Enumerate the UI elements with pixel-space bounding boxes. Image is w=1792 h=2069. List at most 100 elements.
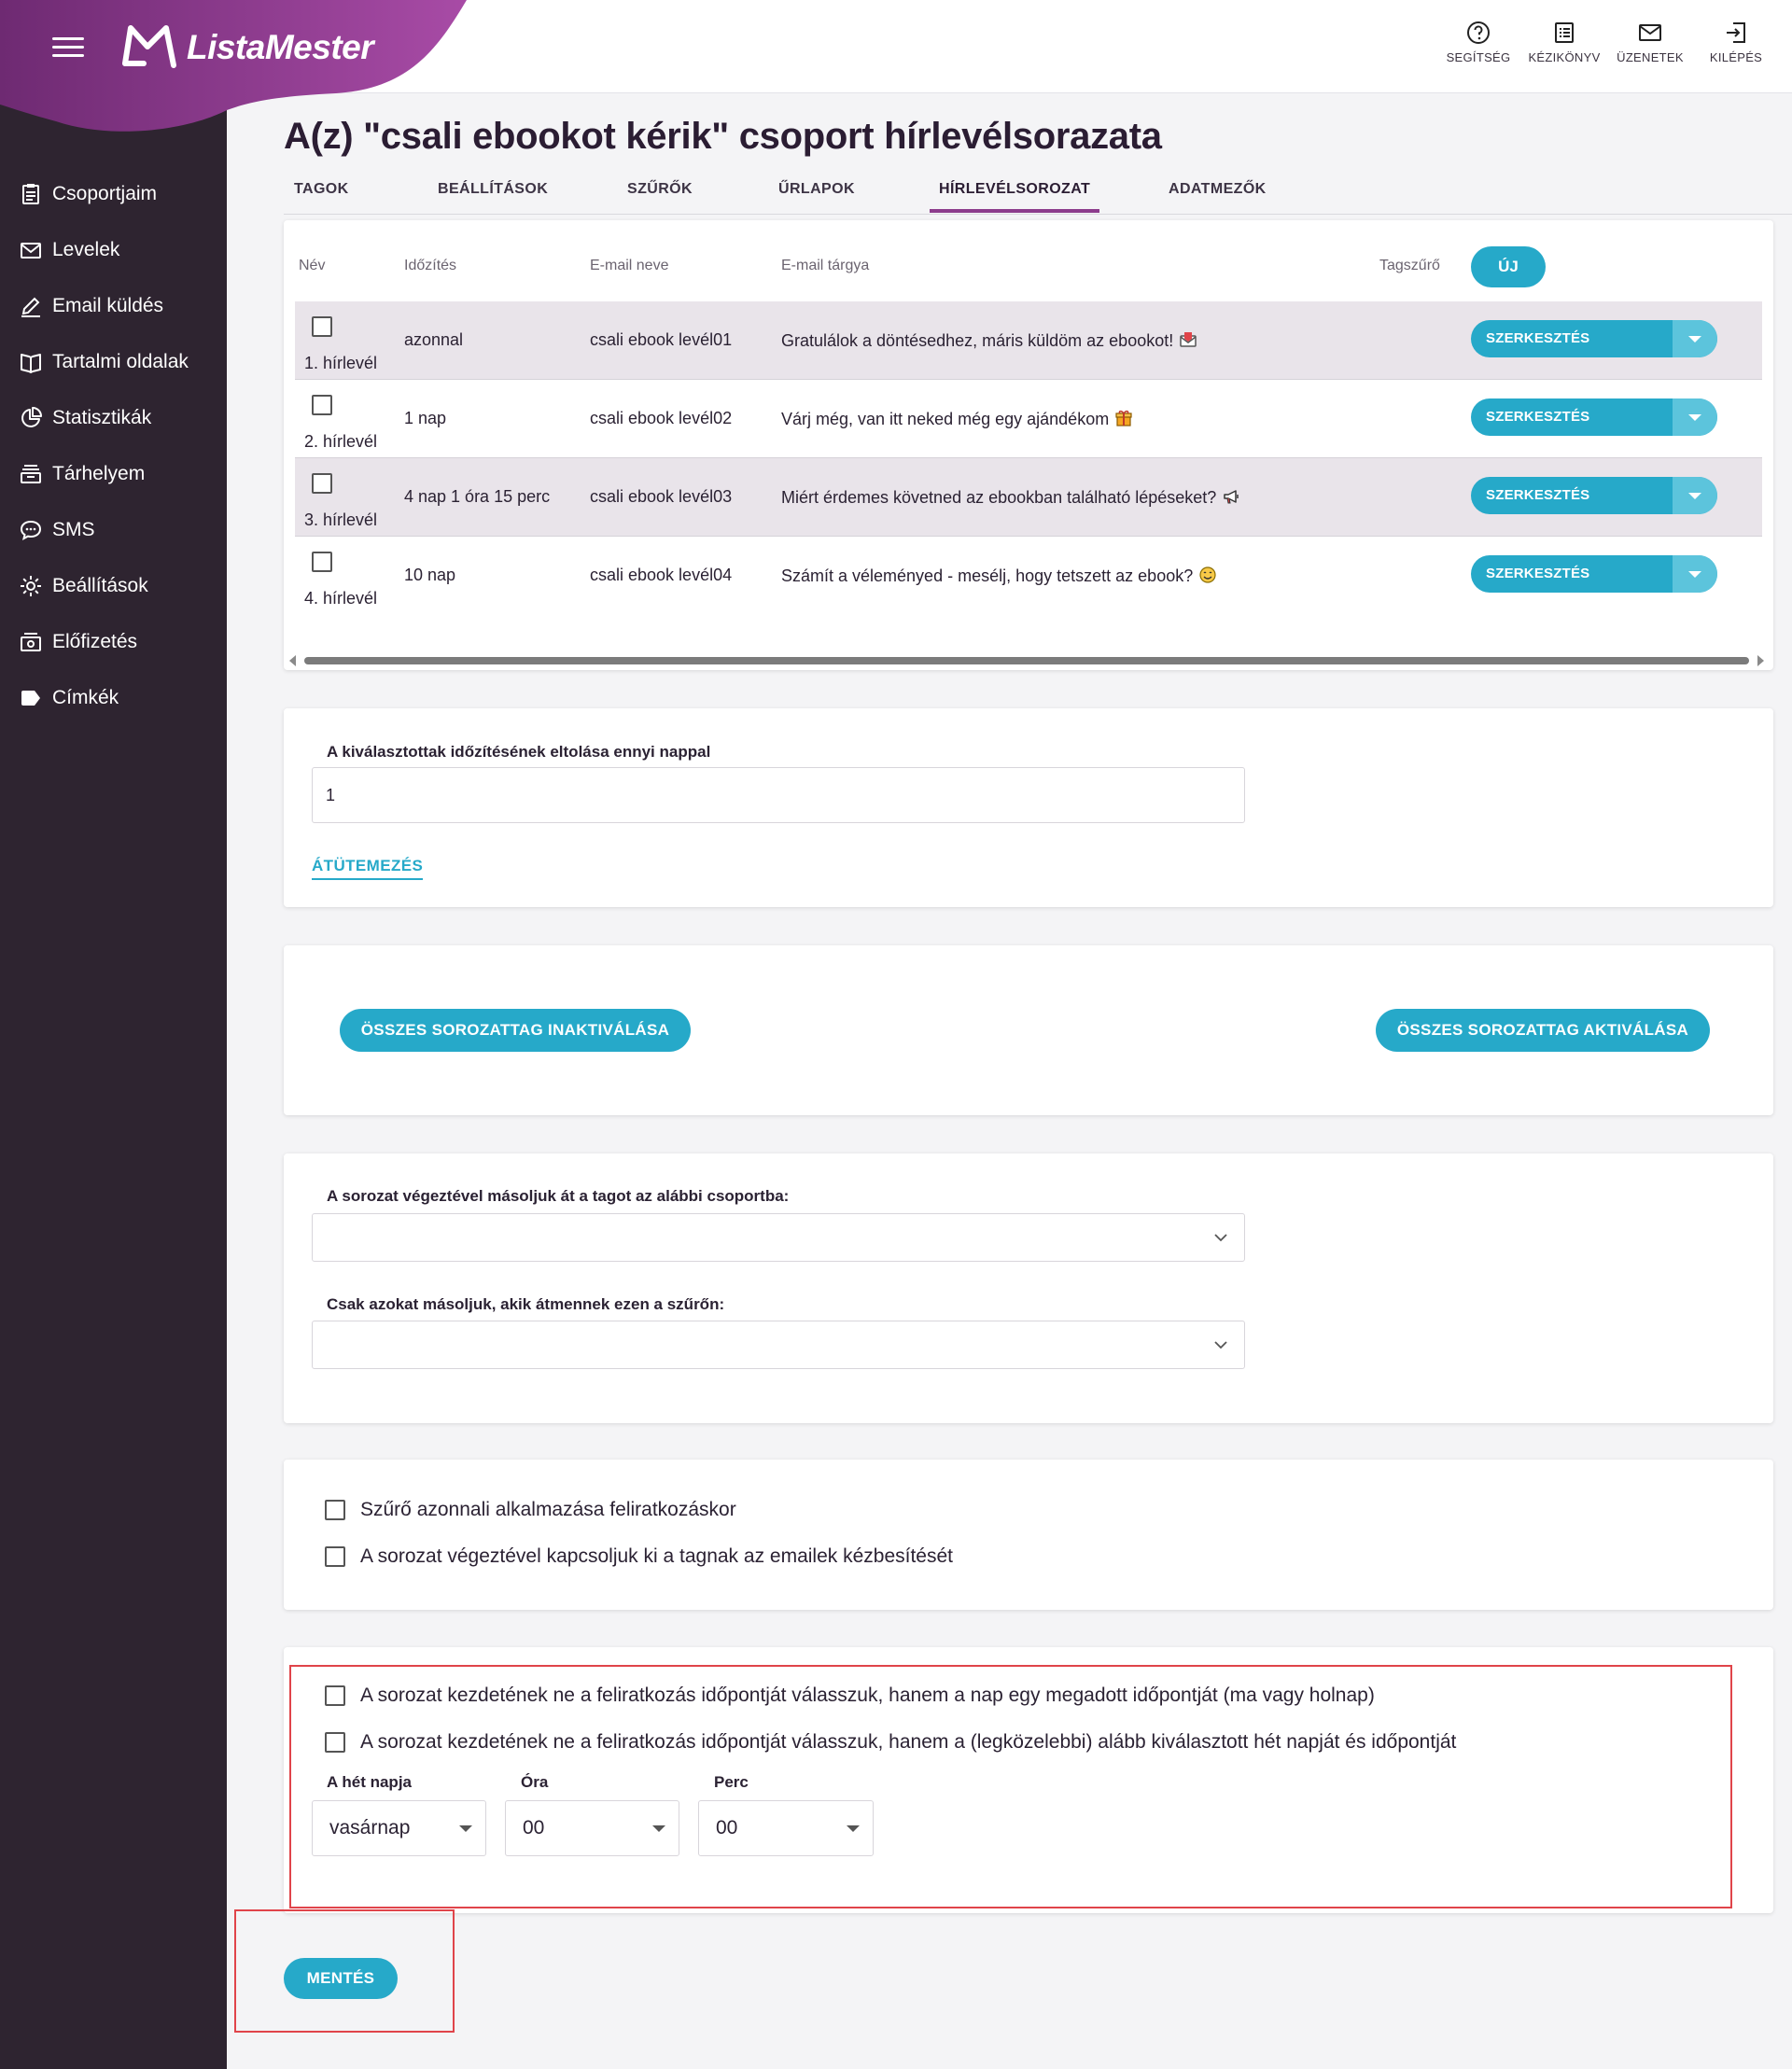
smile-emoji-icon: [1199, 566, 1216, 583]
copy-group-select[interactable]: [312, 1213, 1245, 1262]
row-email-name: csali ebook levél02: [590, 409, 733, 427]
sidebar-item-statisztikak[interactable]: Statisztikák: [0, 390, 227, 446]
tab-tagok[interactable]: TAGOK: [294, 181, 349, 213]
row-select-checkbox[interactable]: [312, 473, 332, 494]
scrollbar-thumb[interactable]: [304, 657, 1749, 664]
disable-delivery-checkbox[interactable]: [325, 1546, 345, 1567]
manual-label: KÉZIKÖNYV: [1528, 50, 1601, 64]
highlight-start-time-box: [289, 1665, 1732, 1908]
tab-adatmezok[interactable]: ADATMEZŐK: [1169, 181, 1267, 213]
disable-delivery-label[interactable]: A sorozat végeztével kapcsoljuk ki a tag…: [360, 1545, 953, 1568]
sidebar-item-sms[interactable]: SMS: [0, 502, 227, 558]
sidebar-item-label: Beállítások: [52, 575, 148, 596]
messages-label: ÜZENETEK: [1617, 50, 1684, 64]
edit-dropdown-toggle[interactable]: [1673, 555, 1717, 593]
edit-button-label: SZERKESZTÉS: [1486, 330, 1590, 346]
copy-filter-select[interactable]: [312, 1321, 1245, 1369]
tag-icon: [21, 691, 40, 706]
sidebar-item-label: SMS: [52, 519, 95, 540]
messages-button[interactable]: ÜZENETEK: [1607, 19, 1693, 64]
table-row: 1. hírlevél azonnal csali ebook levél01 …: [295, 301, 1762, 380]
sidebar-item-tartalmi-oldalak[interactable]: Tartalmi oldalak: [0, 334, 227, 390]
caret-down-icon: [1688, 492, 1701, 499]
sidebar-item-cimkek[interactable]: Címkék: [0, 670, 227, 726]
caret-down-icon: [1688, 570, 1701, 578]
disable-delivery-option[interactable]: A sorozat végeztével kapcsoljuk ki a tag…: [325, 1545, 953, 1568]
sidebar-item-label: Tartalmi oldalak: [52, 351, 189, 372]
row-timing: 10 nap: [404, 566, 456, 584]
row-subject: Gratulálok a döntésedhez, máris küldöm a…: [781, 330, 1197, 351]
row-select-checkbox[interactable]: [312, 552, 332, 572]
deactivate-all-button[interactable]: ÖSSZES SOROZATTAG INAKTIVÁLÁSA: [340, 1009, 691, 1052]
table-row: 4. hírlevél 10 nap csali ebook levél04 S…: [295, 537, 1762, 615]
storage-icon: [21, 465, 41, 483]
filter-on-subscribe-option[interactable]: Szűrő azonnali alkalmazása feliratkozásk…: [325, 1499, 736, 1521]
sidebar-item-label: Címkék: [52, 687, 119, 708]
reschedule-label: A kiválasztottak időzítésének eltolása e…: [327, 743, 711, 761]
logout-icon: [1727, 22, 1745, 43]
activate-all-button[interactable]: ÖSSZES SOROZATTAG AKTIVÁLÁSA: [1376, 1009, 1710, 1052]
sidebar-item-csoportjaim[interactable]: Csoportjaim: [0, 166, 227, 222]
edit-dropdown-toggle[interactable]: [1673, 477, 1717, 514]
help-button[interactable]: SEGÍTSÉG: [1435, 19, 1521, 64]
table-horizontal-scrollbar[interactable]: [287, 653, 1766, 666]
scroll-right-icon[interactable]: [1757, 655, 1764, 666]
gear-icon: [21, 576, 41, 596]
row-subject-text: Számít a véleményed - mesélj, hogy tetsz…: [781, 566, 1194, 585]
mail-icon: [1639, 24, 1661, 41]
reschedule-button[interactable]: ÁTÜTEMEZÉS: [312, 857, 424, 880]
edit-button[interactable]: SZERKESZTÉS: [1471, 477, 1717, 514]
edit-button[interactable]: SZERKESZTÉS: [1471, 555, 1717, 593]
row-select-checkbox[interactable]: [312, 316, 332, 337]
megaphone-emoji-icon: [1224, 490, 1239, 504]
chevron-down-icon: [1214, 1341, 1227, 1349]
edit-button[interactable]: SZERKESZTÉS: [1471, 320, 1717, 357]
sidebar-nav: Csoportjaim Levelek Email küldés Tartalm…: [0, 166, 227, 726]
row-timing: 4 nap 1 óra 15 perc: [404, 487, 551, 506]
filter-on-subscribe-checkbox[interactable]: [325, 1500, 345, 1520]
tab-beallitasok[interactable]: BEÁLLÍTÁSOK: [438, 181, 548, 213]
tab-urlapok[interactable]: ŰRLAPOK: [778, 181, 855, 213]
sidebar-item-email-kuldes[interactable]: Email küldés: [0, 278, 227, 334]
help-circle-icon: [1467, 21, 1490, 44]
pie-chart-icon: [21, 407, 42, 427]
copy-group-label: A sorozat végeztével másoljuk át a tagot…: [327, 1187, 790, 1205]
column-header-email-subject: E-mail tárgya: [781, 258, 870, 273]
row-subject: Számít a véleményed - mesélj, hogy tetsz…: [781, 566, 1217, 586]
edit-dropdown-toggle[interactable]: [1673, 398, 1717, 436]
sidebar-item-label: Statisztikák: [52, 407, 152, 428]
sidebar-item-elofizetes[interactable]: Előfizetés: [0, 614, 227, 670]
hamburger-menu-icon[interactable]: [52, 37, 84, 60]
logout-button[interactable]: KILÉPÉS: [1693, 19, 1779, 64]
row-timing: 1 nap: [404, 409, 447, 427]
row-timing: azonnal: [404, 330, 464, 349]
manual-button[interactable]: KÉZIKÖNYV: [1521, 19, 1607, 64]
filter-on-subscribe-label[interactable]: Szűrő azonnali alkalmazása feliratkozásk…: [360, 1499, 736, 1521]
row-name: 1. hírlevél: [304, 354, 378, 372]
sidebar-item-levelek[interactable]: Levelek: [0, 222, 227, 278]
row-email-name: csali ebook levél04: [590, 566, 733, 584]
page-title: A(z) "csali ebookot kérik" csoport hírle…: [284, 116, 1162, 157]
brand-name[interactable]: ListaMester: [187, 28, 374, 67]
listamester-logo-icon[interactable]: [119, 22, 179, 71]
edit-button-label: SZERKESZTÉS: [1486, 566, 1590, 581]
new-newsletter-button[interactable]: ÚJ: [1471, 246, 1546, 287]
row-name: 3. hírlevél: [304, 510, 378, 529]
tab-hirlevelsorozat[interactable]: HÍRLEVÉLSOROZAT: [930, 181, 1100, 213]
reschedule-days-input[interactable]: [312, 767, 1245, 823]
pencil-icon: [21, 297, 40, 317]
row-select-checkbox[interactable]: [312, 395, 332, 415]
tab-szurok[interactable]: SZŰRŐK: [627, 181, 693, 213]
row-email-name: csali ebook levél03: [590, 487, 733, 506]
row-name: 4. hírlevél: [304, 589, 378, 608]
sidebar-item-tarhelyem[interactable]: Tárhelyem: [0, 446, 227, 502]
row-subject: Várj még, van itt neked még egy ajándéko…: [781, 409, 1133, 429]
row-subject-text: Miért érdemes követned az ebookban talál…: [781, 488, 1217, 507]
sidebar-item-beallitasok[interactable]: Beállítások: [0, 558, 227, 614]
save-button[interactable]: MENTÉS: [284, 1958, 398, 1999]
row-subject-text: Várj még, van itt neked még egy ajándéko…: [781, 410, 1110, 428]
edit-button[interactable]: SZERKESZTÉS: [1471, 398, 1717, 436]
scroll-left-icon[interactable]: [289, 655, 296, 666]
edit-dropdown-toggle[interactable]: [1673, 320, 1717, 357]
manual-icon: [1555, 22, 1574, 43]
